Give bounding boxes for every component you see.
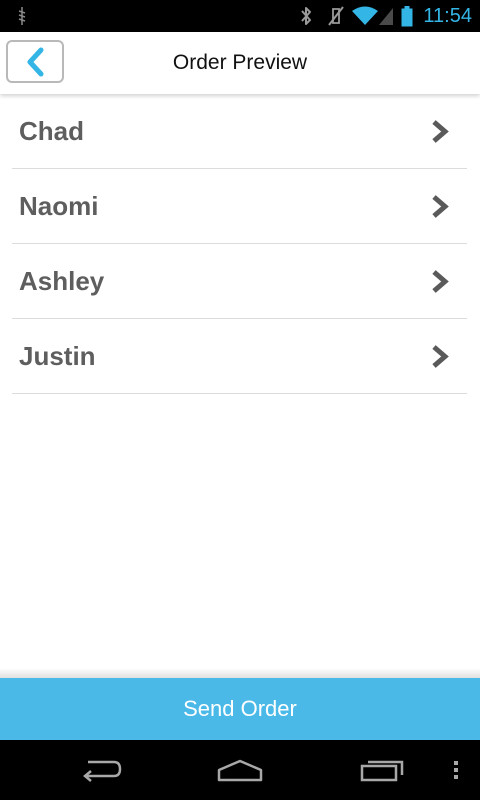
- list-item[interactable]: Chad: [12, 94, 467, 169]
- page-title: Order Preview: [172, 51, 308, 74]
- usb-debug-icon: [14, 0, 30, 32]
- chevron-right-icon: [429, 119, 451, 144]
- footer-shadow: [0, 668, 480, 678]
- list-item[interactable]: Ashley: [12, 244, 467, 319]
- vibrate-off-icon: [325, 0, 347, 32]
- wifi-icon: [351, 0, 379, 32]
- chevron-right-icon: [429, 194, 451, 219]
- back-button[interactable]: [6, 40, 64, 83]
- home-icon[interactable]: [210, 740, 270, 800]
- chevron-right-icon: [429, 344, 451, 369]
- chevron-right-icon: [429, 269, 451, 294]
- recent-apps-icon[interactable]: [352, 740, 412, 800]
- recipient-list: Chad Naomi Ashley Justin: [12, 94, 467, 394]
- list-item-label: Justin: [19, 341, 96, 371]
- signal-icon: [377, 0, 395, 32]
- back-icon[interactable]: [70, 740, 130, 800]
- nav-bar: [0, 740, 480, 800]
- bluetooth-icon: [297, 0, 315, 32]
- status-time: 11:54: [423, 5, 472, 27]
- overflow-menu-icon[interactable]: [446, 740, 466, 800]
- list-item-label: Naomi: [19, 191, 99, 221]
- list-item-label: Chad: [19, 116, 84, 146]
- header: Order Preview: [0, 32, 480, 94]
- list-item[interactable]: Naomi: [12, 169, 467, 244]
- send-order-button[interactable]: Send Order: [0, 678, 480, 740]
- chevron-left-icon: [24, 47, 46, 77]
- list-item-label: Ashley: [19, 266, 105, 296]
- list-item[interactable]: Justin: [12, 319, 467, 394]
- battery-icon: [400, 0, 414, 32]
- status-bar: 11:54: [0, 0, 480, 32]
